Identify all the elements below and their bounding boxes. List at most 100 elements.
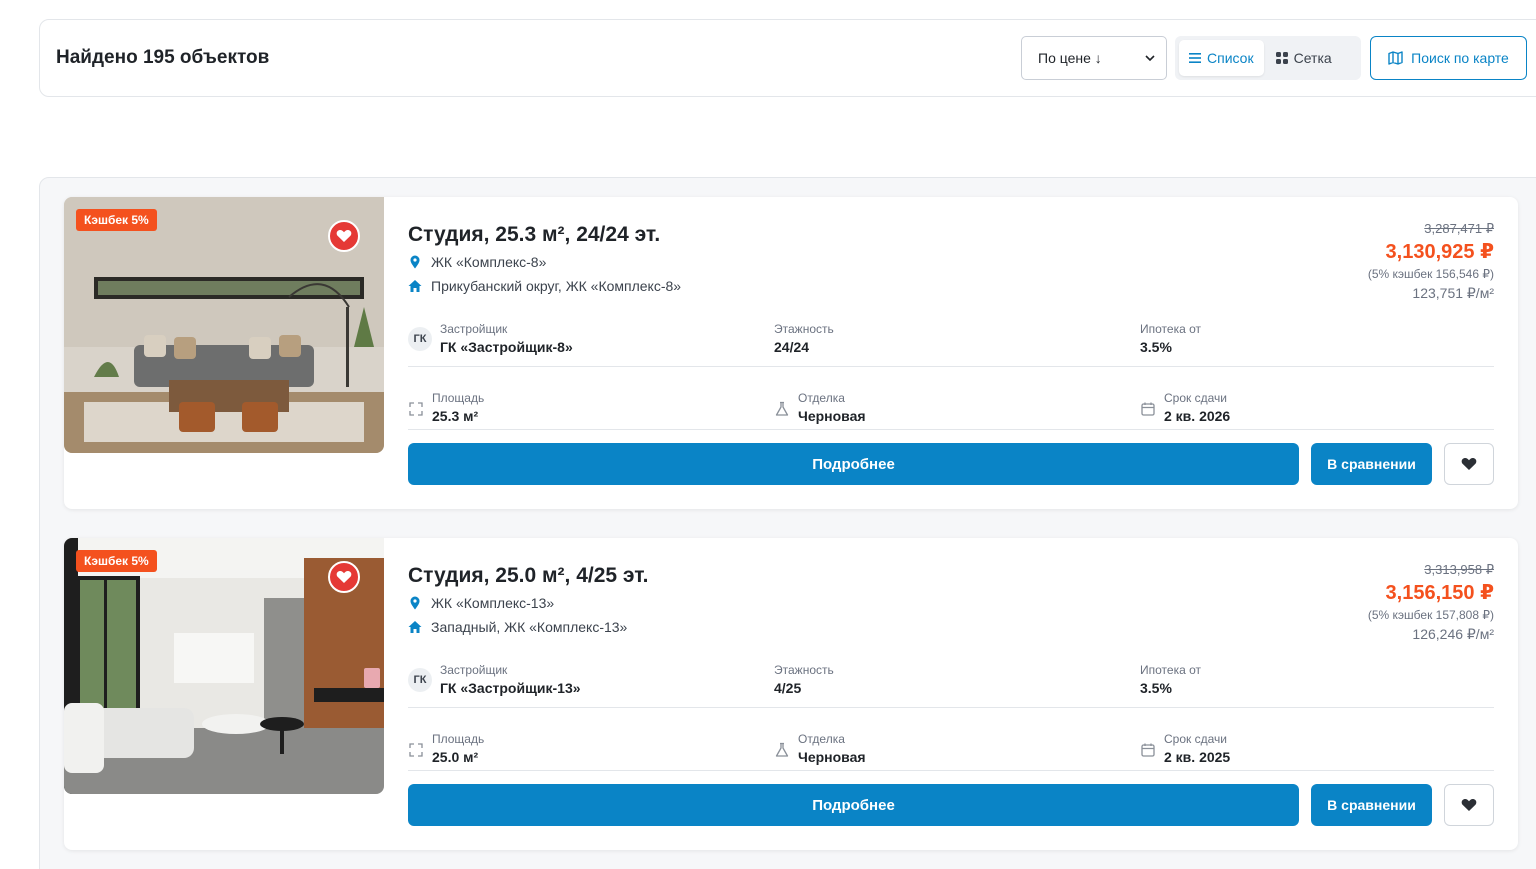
map-pin-icon: [410, 255, 420, 269]
calendar-icon: [1141, 402, 1155, 416]
results-count: Найдено 195 объектов: [56, 47, 270, 68]
expand-icon: [409, 743, 423, 757]
map-icon: [1388, 51, 1403, 65]
spec-value: 3.5%: [1140, 680, 1172, 696]
cashback-note: (5% кэшбек 156,546 ₽): [1367, 267, 1494, 281]
listing-card[interactable]: Кэшбек 5% Студия, 25.0 м², 4/25 эт. ЖК «…: [64, 538, 1518, 850]
spec-area: Площадь 25.3 м²: [432, 391, 484, 424]
spec-label: Застройщик: [440, 322, 508, 336]
spec-value: ГК «Застройщик-13»: [440, 680, 581, 696]
spec-value: 25.3 м²: [432, 408, 479, 424]
results-toolbar: Найдено 195 объектов По цене ↓ Список Се…: [39, 19, 1536, 97]
flask-icon: [775, 401, 789, 416]
spec-label: Застройщик: [440, 663, 508, 677]
photo-favorite-button[interactable]: [328, 561, 360, 593]
grid-icon: [1275, 52, 1288, 64]
home-icon: [408, 280, 422, 292]
spec-value: 2 кв. 2026: [1164, 408, 1231, 424]
spec-label: Отделка: [798, 391, 845, 405]
map-search-button[interactable]: Поиск по карте: [1370, 36, 1527, 80]
price-block: 3,287,471 ₽ 3,130,925 ₽ (5% кэшбек 156,5…: [1368, 221, 1494, 302]
photo-favorite-button[interactable]: [328, 220, 360, 252]
price-block: 3,313,958 ₽ 3,156,150 ₽ (5% кэшбек 157,8…: [1368, 562, 1494, 643]
spec-floors: Этажность 4/25: [774, 663, 834, 696]
flask-icon: [775, 742, 789, 757]
address-text: Западный, ЖК «Комплекс-13»: [431, 619, 628, 635]
cashback-badge: Кэшбек 5%: [76, 550, 157, 572]
address-row: Западный, ЖК «Комплекс-13»: [408, 619, 627, 635]
spec-value: 24/24: [774, 339, 810, 355]
address-text: Прикубанский округ, ЖК «Комплекс-8»: [431, 278, 682, 294]
spec-label: Отделка: [798, 732, 845, 746]
map-pin-icon: [410, 596, 420, 610]
expand-icon: [409, 402, 423, 416]
spec-label: Ипотека от: [1140, 322, 1201, 336]
listing-photo[interactable]: Кэшбек 5%: [64, 538, 384, 794]
spec-divider: [408, 429, 1494, 430]
spec-developer: Застройщик ГК «Застройщик-13»: [440, 663, 581, 696]
spec-label: Ипотека от: [1140, 663, 1201, 677]
heart-icon: [336, 571, 352, 583]
current-price: 3,130,925 ₽: [1385, 241, 1494, 263]
complex-row: ЖК «Комплекс-8»: [408, 254, 546, 270]
favorite-button[interactable]: [1444, 784, 1494, 826]
complex-name: ЖК «Комплекс-8»: [431, 254, 547, 270]
results-list: Кэшбек 5% Студия, 25.3 м², 24/24 эт. ЖК …: [39, 177, 1536, 869]
complex-row: ЖК «Комплекс-13»: [408, 595, 554, 611]
view-toggle: Список Сетка: [1175, 36, 1361, 80]
compare-button[interactable]: В сравнении: [1311, 784, 1432, 826]
spec-divider: [408, 366, 1494, 367]
heart-icon: [1461, 799, 1477, 811]
spec-label: Площадь: [432, 732, 485, 746]
spec-value: ГК «Застройщик-8»: [440, 339, 573, 355]
spec-deadline: Срок сдачи 2 кв. 2026: [1164, 391, 1230, 424]
spec-floors: Этажность 24/24: [774, 322, 834, 355]
compare-button[interactable]: В сравнении: [1311, 443, 1432, 485]
address-row: Прикубанский округ, ЖК «Комплекс-8»: [408, 278, 681, 294]
listing-photo[interactable]: Кэшбек 5%: [64, 197, 384, 453]
listing-title[interactable]: Студия, 25.0 м², 4/25 эт.: [408, 564, 649, 588]
chevron-down-icon: [1145, 55, 1155, 62]
spec-value: Черновая: [798, 408, 866, 424]
cashback-note: (5% кэшбек 157,808 ₽): [1367, 608, 1494, 622]
spec-label: Срок сдачи: [1164, 732, 1227, 746]
details-button[interactable]: Подробнее: [408, 443, 1299, 485]
spec-finish: Отделка Черновая: [798, 732, 866, 765]
price-per-m2: 123,751 ₽/м²: [1412, 285, 1494, 301]
spec-value: 3.5%: [1140, 339, 1172, 355]
complex-name: ЖК «Комплекс-13»: [431, 595, 555, 611]
cashback-badge: Кэшбек 5%: [76, 209, 157, 231]
view-grid-label: Сетка: [1293, 50, 1332, 66]
home-icon: [408, 621, 422, 633]
spec-divider: [408, 770, 1494, 771]
sort-select[interactable]: По цене ↓: [1021, 36, 1167, 80]
list-icon: [1189, 53, 1201, 63]
view-grid-button[interactable]: Сетка: [1266, 40, 1342, 76]
map-search-label: Поиск по карте: [1411, 50, 1509, 66]
spec-finish: Отделка Черновая: [798, 391, 866, 424]
spec-label: Этажность: [774, 322, 834, 336]
spec-label: Площадь: [432, 391, 485, 405]
spec-divider: [408, 707, 1494, 708]
heart-icon: [1461, 458, 1477, 470]
developer-avatar: ГК: [408, 327, 432, 351]
listing-title[interactable]: Студия, 25.3 м², 24/24 эт.: [408, 223, 660, 247]
spec-deadline: Срок сдачи 2 кв. 2025: [1164, 732, 1230, 765]
spec-value: 4/25: [774, 680, 802, 696]
listing-card[interactable]: Кэшбек 5% Студия, 25.3 м², 24/24 эт. ЖК …: [64, 197, 1518, 509]
spec-mortgage: Ипотека от 3.5%: [1140, 663, 1201, 696]
price-per-m2: 126,246 ₽/м²: [1412, 626, 1494, 642]
spec-value: Черновая: [798, 749, 866, 765]
old-price: 3,313,958 ₽: [1424, 562, 1494, 577]
current-price: 3,156,150 ₽: [1385, 582, 1494, 604]
spec-label: Этажность: [774, 663, 834, 677]
view-list-button[interactable]: Список: [1179, 40, 1264, 76]
calendar-icon: [1141, 743, 1155, 757]
spec-label: Срок сдачи: [1164, 391, 1227, 405]
sort-select-value: По цене ↓: [1038, 50, 1102, 66]
spec-value: 2 кв. 2025: [1164, 749, 1231, 765]
favorite-button[interactable]: [1444, 443, 1494, 485]
view-list-label: Список: [1207, 50, 1254, 66]
details-button[interactable]: Подробнее: [408, 784, 1299, 826]
heart-icon: [336, 230, 352, 242]
